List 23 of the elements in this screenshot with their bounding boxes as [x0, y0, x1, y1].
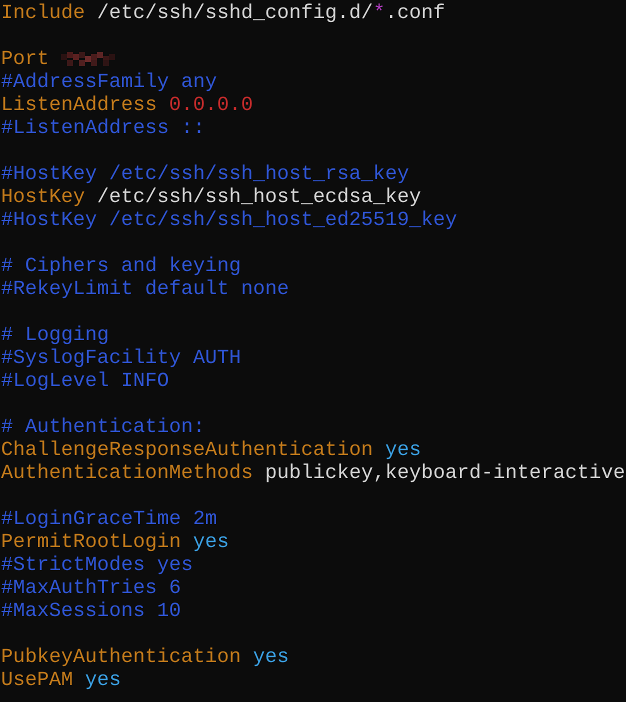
code-line: #HostKey /etc/ssh/ssh_host_ed25519_key — [1, 209, 458, 232]
code-line: #AddressFamily any — [1, 71, 218, 94]
code-line: UsePAM yes — [1, 669, 122, 692]
code-line: #HostKey /etc/ssh/ssh_host_rsa_key — [1, 163, 410, 186]
code-line: AuthenticationMethods publickey,keyboard-interactive — [1, 462, 626, 485]
code-line: # Ciphers and keying — [1, 255, 242, 278]
code-line: #MaxSessions 10 — [1, 600, 182, 623]
code-line: #LoginGraceTime 2m — [1, 508, 218, 531]
code-line: #MaxAuthTries 6 — [1, 577, 182, 600]
code-line: #StrictModes yes — [1, 554, 194, 577]
code-line: #ListenAddress :: — [1, 117, 206, 140]
code-line: HostKey /etc/ssh/ssh_host_ecdsa_key — [1, 186, 422, 209]
code-line: #LogLevel INFO — [1, 370, 170, 393]
code-line: PermitRootLogin yes — [1, 531, 230, 554]
code-line: ChallengeResponseAuthentication yes — [1, 439, 422, 462]
code-line: Port — [1, 48, 50, 71]
code-line: # Logging — [1, 324, 110, 347]
code-line: ListenAddress 0.0.0.0 — [1, 94, 254, 117]
code-line: PubkeyAuthentication yes — [1, 646, 290, 669]
code-line: Include /etc/ssh/sshd_config.d/*.conf — [1, 2, 446, 25]
code-line: #SyslogFacility AUTH — [1, 347, 242, 370]
code-line: #RekeyLimit default none — [1, 278, 290, 301]
code-line: # Authentication: — [1, 416, 206, 439]
